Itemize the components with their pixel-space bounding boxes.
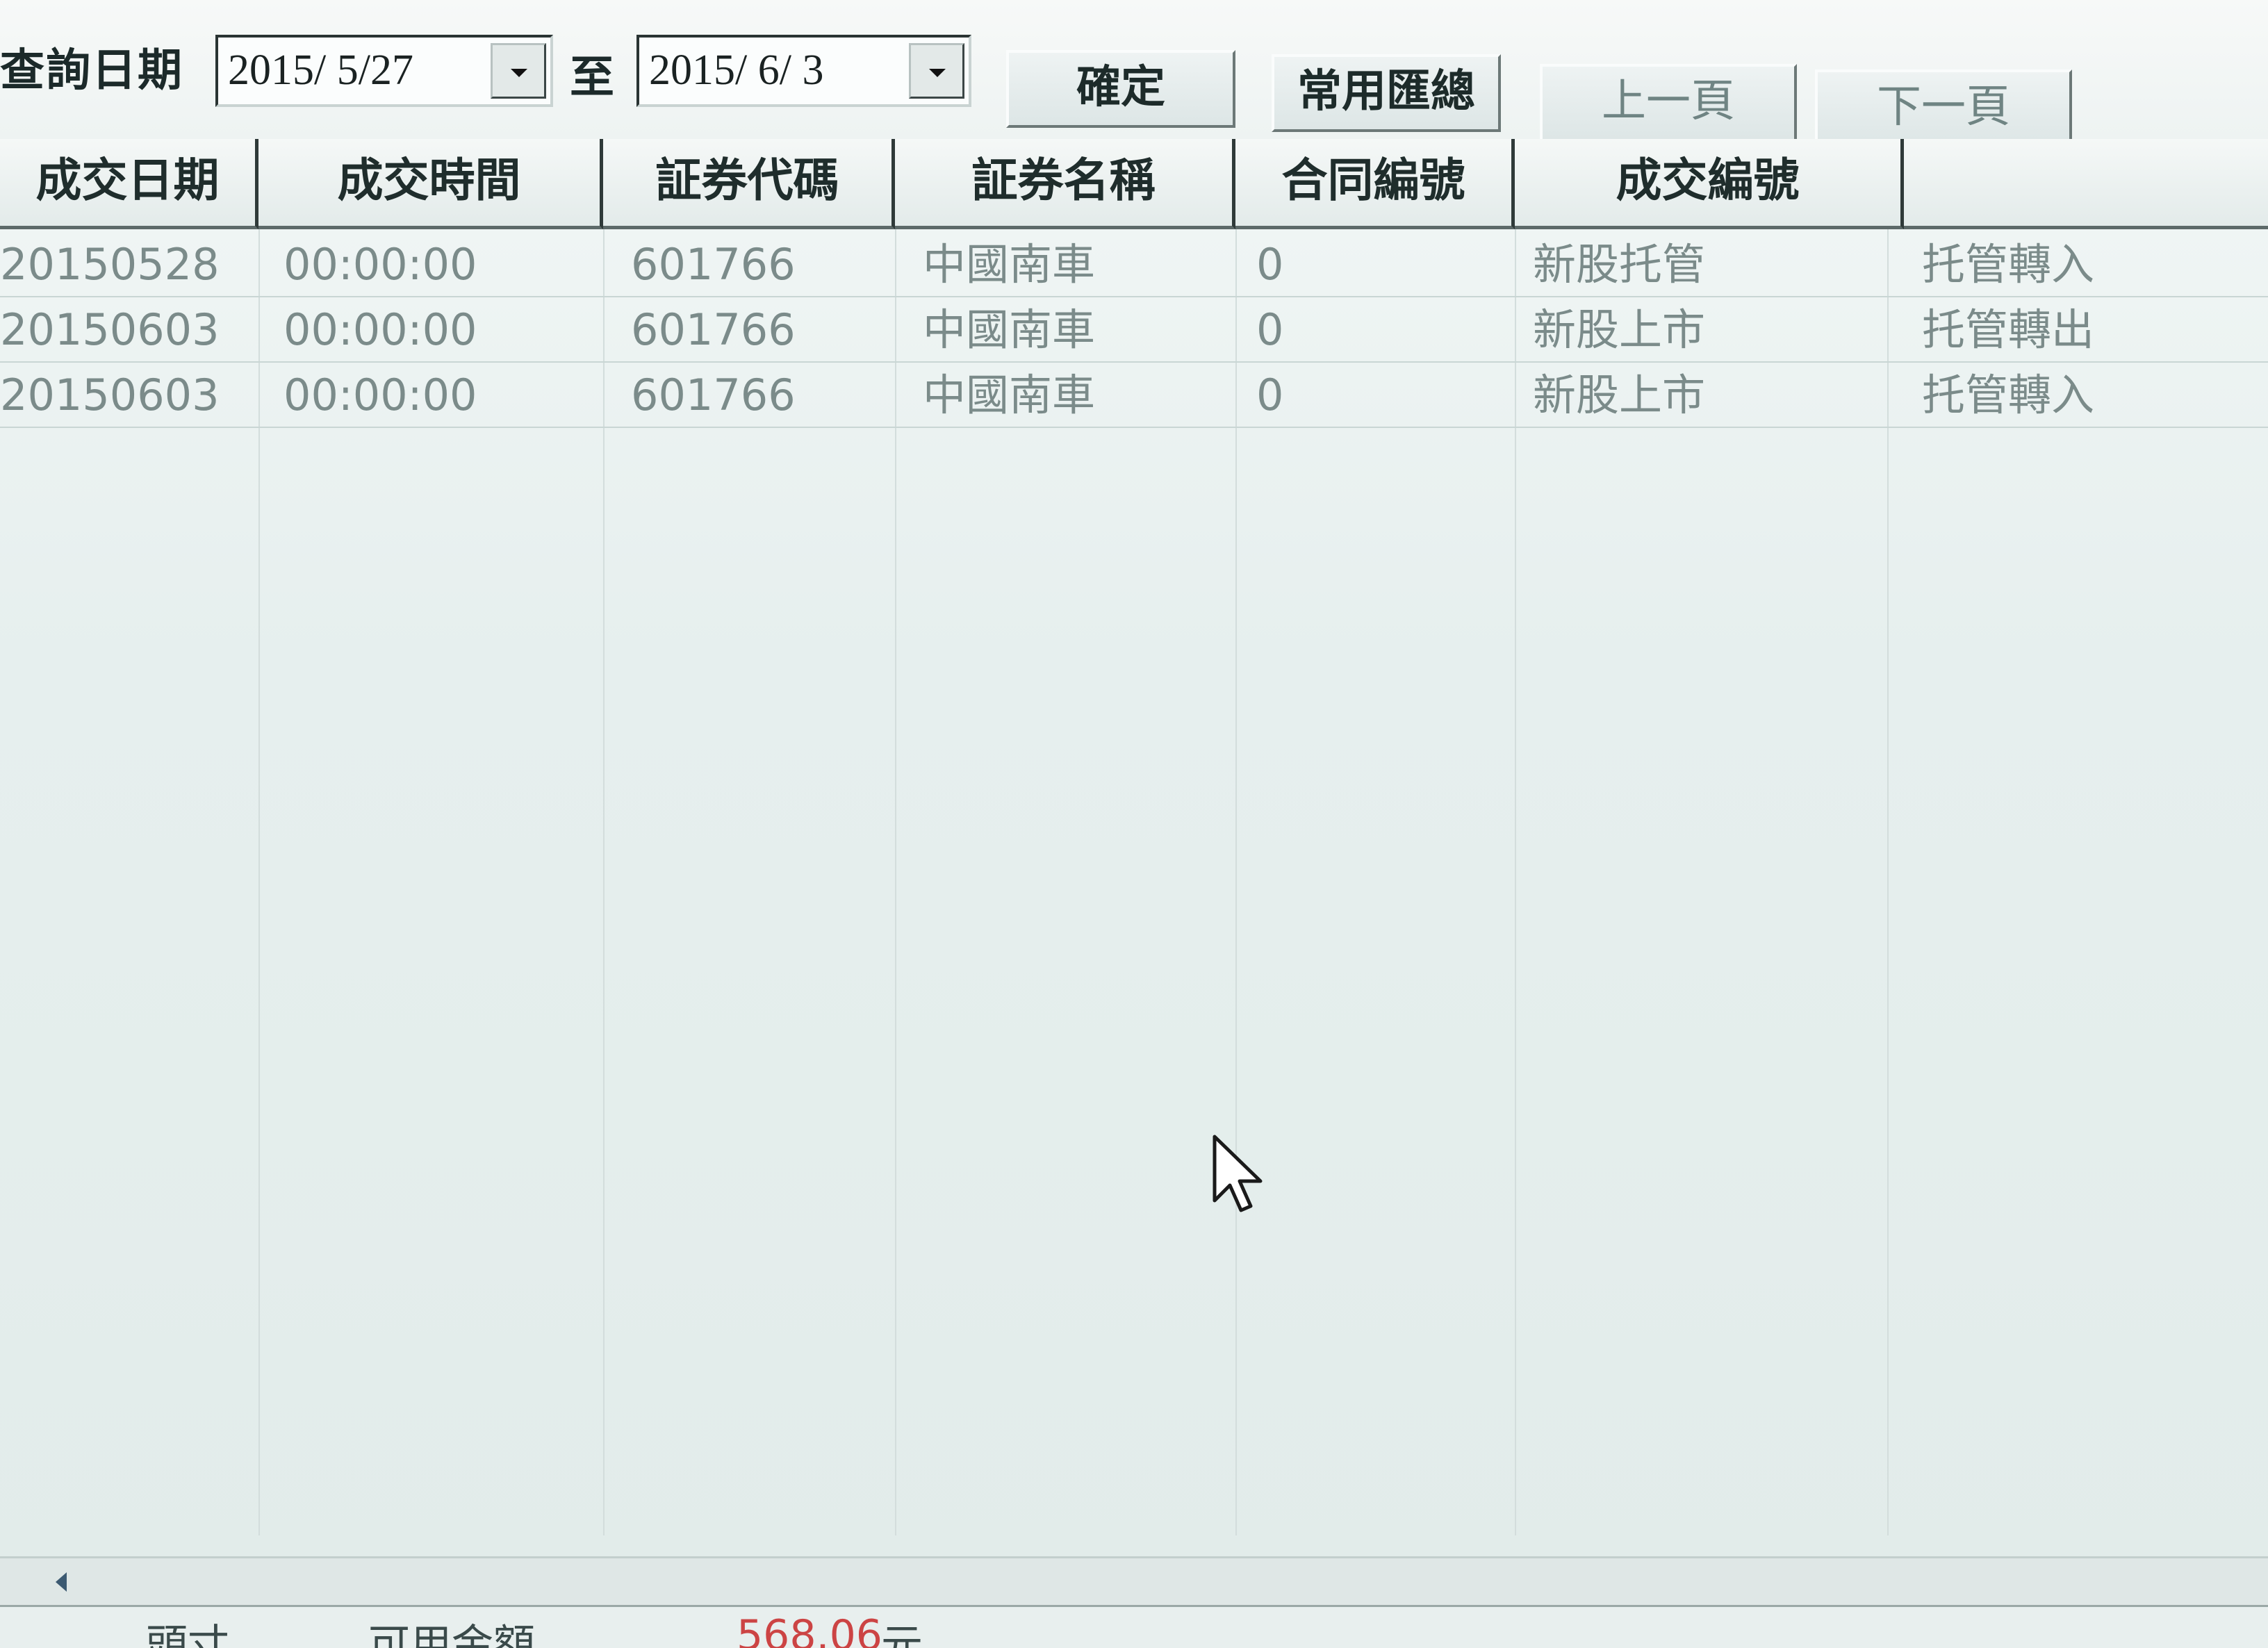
query-date-label: 查詢日期 (0, 45, 183, 97)
scroll-left-icon[interactable] (56, 1572, 67, 1592)
cell-trade-time: 00:00:00 (284, 239, 477, 290)
cell-security-name: 中國南車 (923, 304, 1096, 355)
cell-trade-no: 新股上市 (1533, 370, 1706, 420)
status-available-amount: 568.06 (737, 1611, 882, 1648)
prev-page-button[interactable]: 上一頁 (1540, 64, 1797, 142)
start-date-value: 2015/ 5/27 (228, 47, 413, 94)
column-header-security-code[interactable]: 証券代碼 (603, 139, 895, 229)
column-header-trade-no[interactable]: 成交編號 (1515, 139, 1904, 229)
table-header: 成交日期 成交時間 証券代碼 証券名稱 合同編號 成交編號 (0, 139, 2268, 229)
status-position-label: 頭寸 (146, 1621, 229, 1648)
next-page-button[interactable]: 下一頁 (1815, 69, 2072, 147)
end-date-value: 2015/ 6/ 3 (649, 47, 824, 94)
cell-security-code: 601766 (631, 304, 796, 355)
cell-contract-no: 0 (1256, 304, 1284, 355)
cell-contract-no: 0 (1256, 370, 1284, 420)
cell-trade-no: 新股托管 (1533, 239, 1706, 290)
end-date-picker[interactable]: 2015/ 6/ 3 (636, 35, 971, 107)
trade-query-window: 查詢日期 2015/ 5/27 至 2015/ 6/ 3 確定 常用匯總 上一頁… (0, 0, 2268, 1648)
cell-trade-no: 新股上市 (1533, 304, 1706, 355)
table-row[interactable]: 20150528 00:00:00 601766 中國南車 0 新股托管 托管轉… (0, 232, 2268, 297)
table-row[interactable]: 20150603 00:00:00 601766 中國南車 0 新股上市 托管轉… (0, 363, 2268, 428)
status-currency-label: 元 (881, 1621, 923, 1648)
status-available-label: 可用金額 (368, 1621, 535, 1648)
cell-security-code: 601766 (631, 370, 796, 420)
chevron-down-icon[interactable] (491, 43, 546, 99)
cell-extra: 托管轉出 (1922, 304, 2095, 355)
cell-extra: 托管轉入 (1922, 370, 2095, 420)
start-date-picker[interactable]: 2015/ 5/27 (215, 35, 553, 107)
cell-trade-date: 20150528 (0, 239, 220, 290)
trade-table: 成交日期 成交時間 証券代碼 証券名稱 合同編號 成交編號 20150528 0… (0, 139, 2268, 1535)
cell-trade-date: 20150603 (0, 304, 220, 355)
query-toolbar: 查詢日期 2015/ 5/27 至 2015/ 6/ 3 確定 常用匯總 上一頁… (0, 0, 2268, 147)
cell-security-name: 中國南車 (923, 239, 1096, 290)
column-header-trade-date[interactable]: 成交日期 (0, 139, 258, 229)
column-header-trade-time[interactable]: 成交時間 (258, 139, 603, 229)
cell-trade-date: 20150603 (0, 370, 220, 420)
cell-extra: 托管轉入 (1922, 239, 2095, 290)
cell-security-code: 601766 (631, 239, 796, 290)
table-row[interactable]: 20150603 00:00:00 601766 中國南車 0 新股上市 托管轉… (0, 297, 2268, 363)
cell-trade-time: 00:00:00 (284, 304, 477, 355)
to-label: 至 (570, 52, 614, 104)
mouse-cursor-icon (1213, 1135, 1263, 1212)
column-header-contract-no[interactable]: 合同編號 (1235, 139, 1515, 229)
cell-trade-time: 00:00:00 (284, 370, 477, 420)
horizontal-scrollbar[interactable] (0, 1556, 2268, 1607)
chevron-down-icon[interactable] (909, 43, 964, 99)
column-header-extra[interactable] (1904, 139, 2268, 229)
confirm-button[interactable]: 確定 (1006, 50, 1235, 128)
cell-contract-no: 0 (1256, 239, 1284, 290)
cell-security-name: 中國南車 (923, 370, 1096, 420)
status-bar: 頭寸 可用金額 568.06 元 (0, 1605, 2268, 1648)
summary-button[interactable]: 常用匯總 (1272, 54, 1501, 132)
column-header-security-name[interactable]: 証券名稱 (895, 139, 1235, 229)
